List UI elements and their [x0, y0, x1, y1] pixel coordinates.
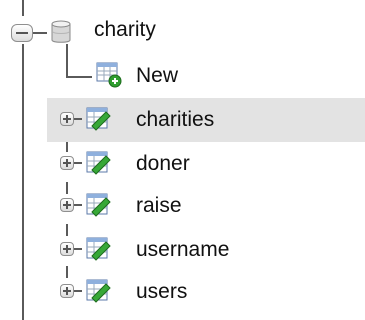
database-icon: [51, 20, 71, 43]
expand-toggle[interactable]: [60, 284, 74, 298]
plus-icon-vertical: [66, 115, 68, 123]
plus-icon-vertical: [66, 159, 68, 167]
tree-line: [66, 76, 92, 78]
tree-line: [74, 204, 82, 206]
new-table-icon: [96, 62, 122, 88]
tree-item-label[interactable]: users: [136, 280, 187, 304]
tree-row-charities[interactable]: charities: [0, 98, 365, 140]
plus-icon-vertical: [66, 201, 68, 209]
tree-item-label[interactable]: raise: [136, 194, 182, 218]
plus-icon-vertical: [66, 287, 68, 295]
tree-item-label[interactable]: charities: [136, 108, 214, 132]
expand-toggle[interactable]: [60, 242, 74, 256]
database-tree: charity New charities doner raise userna…: [0, 0, 365, 320]
expand-toggle[interactable]: [60, 112, 74, 126]
tree-item-label[interactable]: New: [136, 64, 178, 88]
tree-line: [74, 248, 82, 250]
tree-row-database[interactable]: charity: [0, 12, 365, 54]
minus-icon: [16, 32, 28, 34]
tree-row-new[interactable]: New: [0, 56, 365, 98]
tree-item-label[interactable]: doner: [136, 152, 190, 176]
collapse-toggle[interactable]: [11, 24, 33, 42]
tree-line: [74, 290, 82, 292]
expand-toggle[interactable]: [60, 156, 74, 170]
tree-line: [33, 32, 47, 34]
database-label[interactable]: charity: [94, 18, 156, 42]
tree-item-label[interactable]: username: [136, 238, 229, 262]
tree-row-username[interactable]: username: [0, 228, 365, 270]
tree-row-raise[interactable]: raise: [0, 184, 365, 226]
expand-toggle[interactable]: [60, 198, 74, 212]
plus-icon-vertical: [66, 245, 68, 253]
table-icon: [86, 107, 111, 131]
tree-line: [74, 118, 82, 120]
tree-line: [74, 162, 82, 164]
tree-row-doner[interactable]: doner: [0, 142, 365, 184]
table-icon: [86, 151, 111, 175]
tree-row-users[interactable]: users: [0, 270, 365, 312]
table-icon: [86, 237, 111, 261]
table-icon: [86, 193, 111, 217]
table-icon: [86, 279, 111, 303]
